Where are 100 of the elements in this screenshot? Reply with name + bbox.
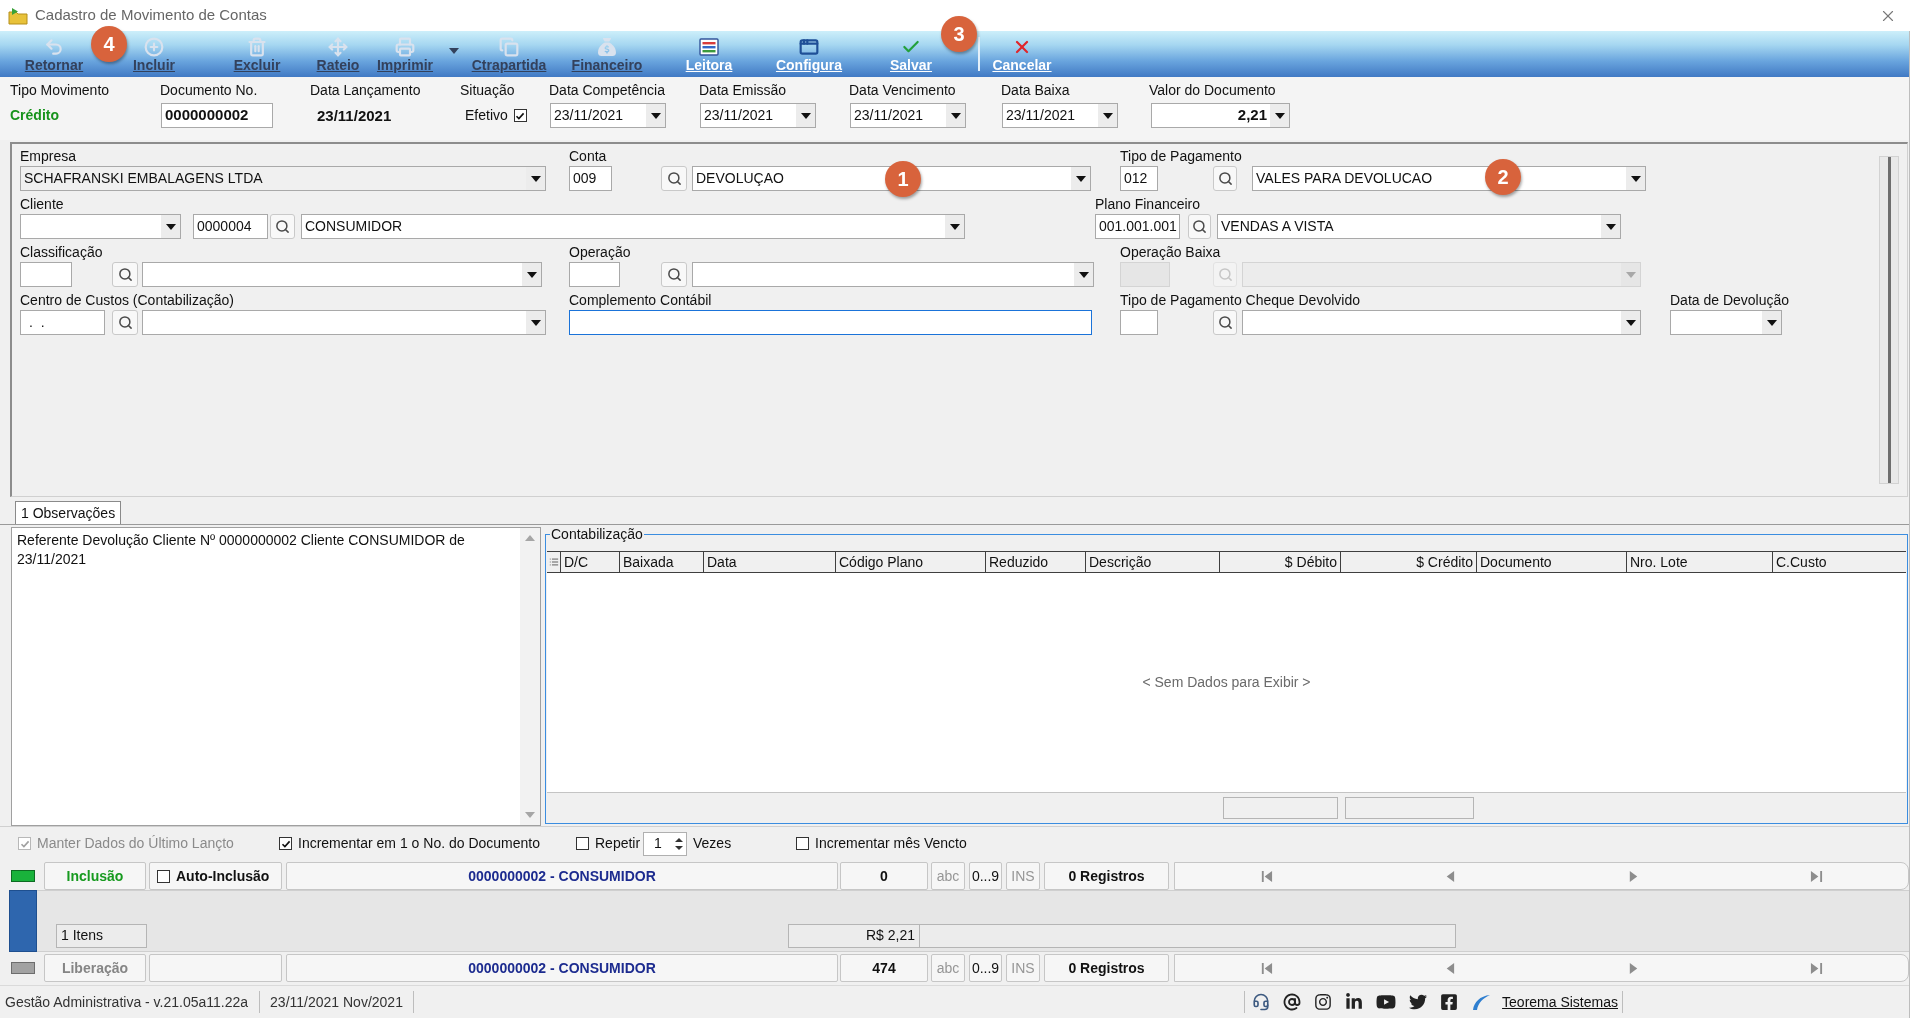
youtube-icon[interactable] [1376, 993, 1397, 1011]
version-text: Gestão Administrativa - v.21.05a11.22a [4, 992, 250, 1012]
column-header[interactable]: Baixada [620, 552, 704, 572]
column-header[interactable]: Reduzido [986, 552, 1086, 572]
headset-icon[interactable] [1252, 993, 1271, 1011]
search-button[interactable] [270, 214, 295, 239]
caret-icon [1274, 112, 1285, 119]
code-field[interactable] [569, 262, 620, 287]
dropdown-field[interactable]: 23/11/2021 [700, 103, 816, 128]
code-field[interactable]: 001.001.001 [1095, 214, 1180, 239]
number-badge: 1 [885, 161, 921, 197]
notes-field[interactable]: Referente Devolução Cliente Nº 0000000002 Cliente CONSUMIDOR de 23/11/2021 [11, 527, 541, 826]
checkbox-label: Incrementar em 1 o No. do Documento [298, 834, 540, 853]
dropdown-field[interactable]: SCHAFRANSKI EMBALAGENS LTDA [20, 166, 546, 191]
column-header[interactable]: Descrição [1086, 552, 1220, 572]
indicator-cell: 0...9 [969, 862, 1002, 890]
skip-back-icon [1260, 869, 1274, 883]
search-icon [1217, 171, 1233, 186]
number-badge: 2 [1485, 159, 1521, 195]
mode-cell: Liberação [44, 954, 146, 982]
search-icon [275, 219, 290, 234]
dropdown-field[interactable]: VENDAS A VISTA [1217, 214, 1621, 239]
dropdown-field[interactable] [142, 310, 546, 335]
code-field[interactable]: 012 [1120, 166, 1158, 191]
field-label: Cliente [20, 195, 64, 214]
text-field[interactable]: 0000000002 [161, 103, 273, 128]
column-header[interactable]: C.Custo [1773, 552, 1906, 572]
checkbox[interactable] [157, 869, 170, 883]
code-field[interactable]: 0000004 [193, 214, 268, 239]
search-button[interactable] [661, 166, 687, 191]
caret-icon [950, 112, 961, 119]
dropdown-field[interactable] [142, 262, 542, 287]
caret-icon [1630, 175, 1641, 182]
caret-icon [1766, 319, 1777, 326]
down-arrow-icon [525, 812, 535, 818]
checkbox[interactable] [513, 109, 527, 122]
tab[interactable]: 1 Observações [15, 501, 122, 524]
number-badge: 4 [91, 26, 127, 62]
count-cell: 0 [840, 862, 928, 890]
checkbox-label: Efetivo [465, 106, 508, 125]
search-button[interactable] [1213, 310, 1237, 335]
dropdown-field[interactable]: 23/11/2021 [850, 103, 966, 128]
field-label: Valor do Documento [1149, 81, 1276, 100]
dropdown-field[interactable]: 2,21 [1151, 103, 1290, 128]
number-badge: 3 [941, 16, 977, 52]
caret-icon [1075, 175, 1086, 182]
column-header[interactable]: D/C [561, 552, 620, 572]
field-label: Empresa [20, 147, 77, 166]
up-down-arrows-icon [675, 836, 683, 851]
text-field[interactable] [569, 310, 1092, 335]
code-field[interactable]: . . [20, 310, 105, 335]
code-field[interactable]: 009 [569, 166, 612, 191]
search-icon [117, 315, 133, 330]
records-cell: 0 Registros [1044, 954, 1169, 982]
number-spinner[interactable]: 1 [643, 831, 687, 856]
instagram-icon[interactable] [1314, 993, 1333, 1011]
caret-icon [526, 271, 537, 278]
app-icon [8, 6, 28, 25]
search-button[interactable] [112, 310, 138, 335]
checkbox[interactable] [279, 837, 292, 850]
scrollbar[interactable] [1879, 156, 1899, 484]
linkedin-icon[interactable] [1345, 993, 1364, 1011]
column-header[interactable]: $ Débito [1220, 552, 1341, 572]
checkbox[interactable] [796, 837, 809, 850]
skip-back-icon [1260, 961, 1274, 975]
search-button[interactable] [1213, 166, 1237, 191]
window-icon [799, 37, 819, 57]
search-button[interactable] [661, 262, 687, 287]
dropdown-field[interactable]: 23/11/2021 [550, 103, 666, 128]
dropdown-field[interactable]: 23/11/2021 [1002, 103, 1118, 128]
four-arrows-icon [328, 37, 348, 57]
field-label: Data Baixa [1001, 81, 1070, 100]
dropdown-field[interactable] [20, 214, 181, 239]
dropdown-field[interactable] [1242, 310, 1641, 335]
twitter-icon[interactable] [1409, 993, 1428, 1011]
dropdown-field[interactable] [1670, 310, 1782, 335]
facebook-icon[interactable] [1440, 993, 1459, 1011]
money-bag-icon [598, 38, 616, 56]
search-icon [666, 267, 682, 282]
at-sign-icon[interactable] [1283, 993, 1302, 1011]
column-header[interactable]: Data [704, 552, 836, 572]
undo-arrow-icon [44, 37, 64, 57]
search-button[interactable] [1188, 214, 1211, 239]
field-label: Documento No. [160, 81, 258, 100]
dropdown-field[interactable] [692, 262, 1094, 287]
swoosh-logo-icon[interactable] [1471, 993, 1492, 1011]
column-header[interactable]: Documento [1477, 552, 1627, 572]
code-field[interactable] [20, 262, 72, 287]
column-header[interactable]: $ Crédito [1341, 552, 1477, 572]
code-field[interactable] [1120, 310, 1158, 335]
column-header[interactable]: Código Plano [836, 552, 986, 572]
caret-icon [1078, 271, 1089, 278]
group-title: Contabilização [550, 525, 644, 543]
checkbox[interactable] [576, 837, 589, 850]
scrollbar[interactable] [520, 528, 540, 825]
website-link[interactable]: Teorema Sistemas [1498, 991, 1622, 1013]
field-label: Tipo de Pagamento Cheque Devolvido [1120, 291, 1360, 310]
dropdown-field[interactable]: CONSUMIDOR [301, 214, 965, 239]
column-header[interactable]: Nro. Lote [1627, 552, 1773, 572]
search-button[interactable] [112, 262, 138, 287]
